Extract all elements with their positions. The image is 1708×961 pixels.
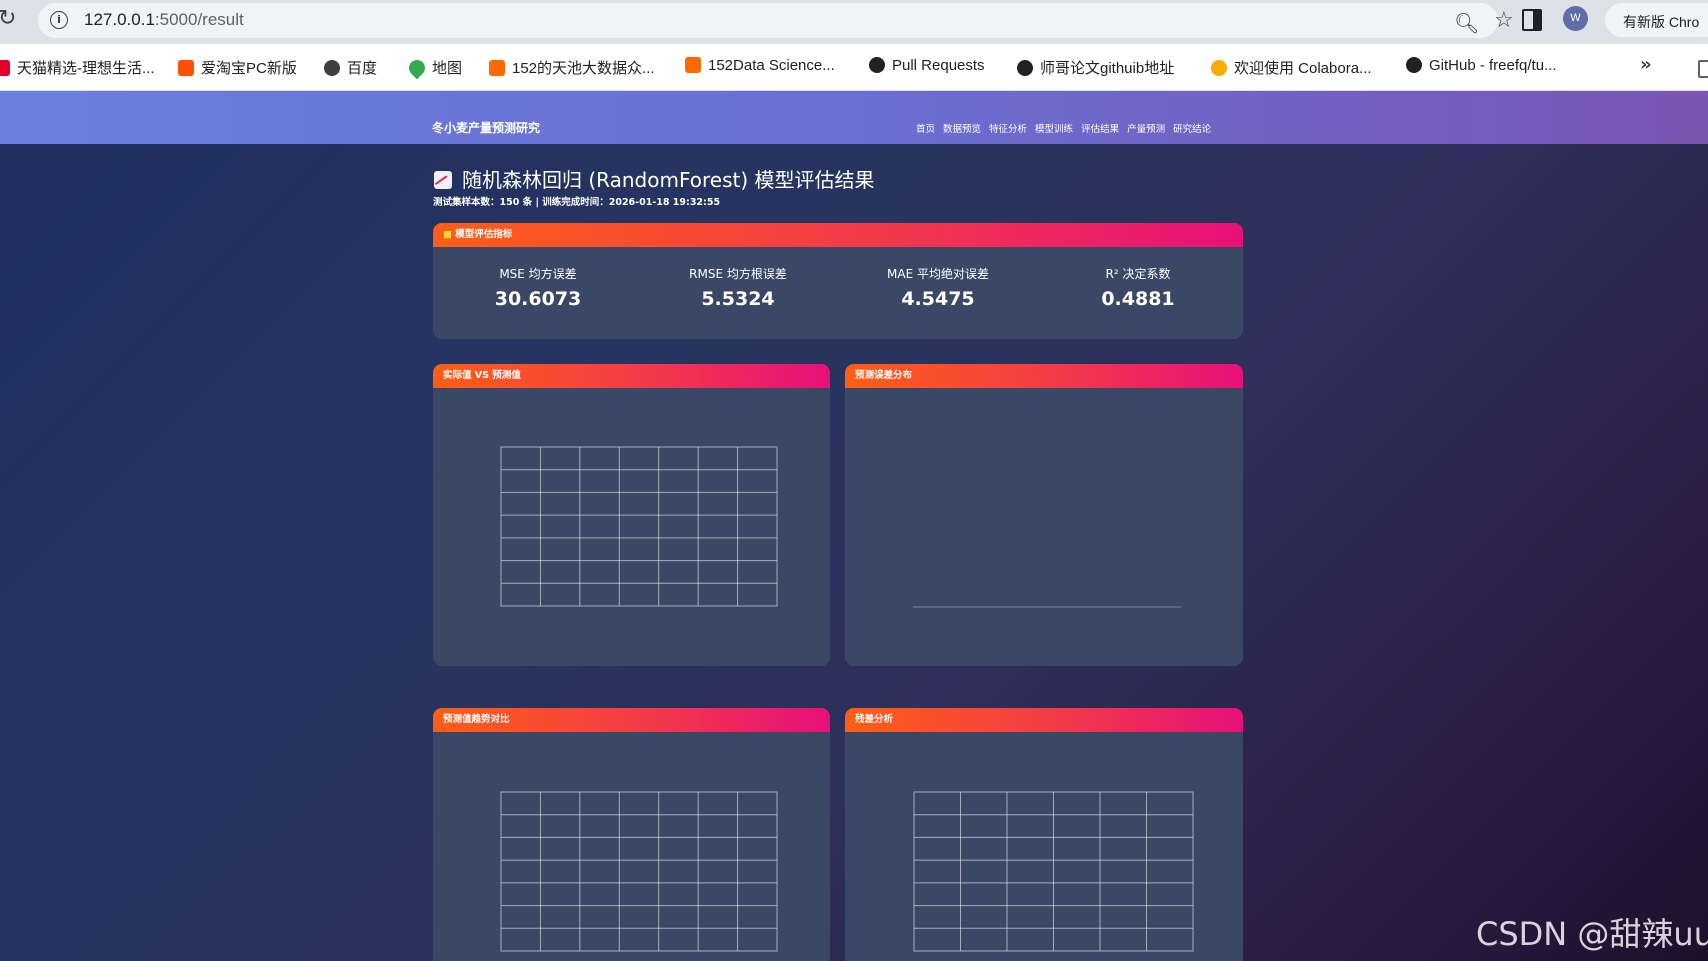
card-header: 实际值 VS 预测值 xyxy=(433,364,830,388)
page-subtitle: 测试集样本数：150 条 | 训练完成时间：2026-01-18 19:32:5… xyxy=(433,197,721,208)
update-chrome-label: 有新版 Chro xyxy=(1623,14,1700,30)
bookmark-label: 师哥论文githuib地址 xyxy=(1040,60,1175,77)
nav-links: 首页 数据预览 特征分析 模型训练 评估结果 产量预测 研究结论 xyxy=(916,121,1219,135)
card-header: 预测误差分布 xyxy=(845,364,1243,388)
metric-label: MAE 平均绝对误差 xyxy=(887,267,989,281)
colab-icon xyxy=(1211,60,1227,76)
metric-value: 5.5324 xyxy=(701,288,775,310)
nav-link[interactable]: 数据预览 xyxy=(943,124,981,135)
metric-mae: MAE 平均绝对误差 4.5475 xyxy=(838,265,1038,310)
update-chrome-button[interactable]: 有新版 Chro xyxy=(1605,3,1708,37)
bookmark-item[interactable]: GitHub - freefq/tu... xyxy=(1406,57,1557,74)
reload-icon[interactable]: ↻ xyxy=(0,6,16,31)
bookmarks-bar: 天猫精选-理想生活... 爱淘宝PC新版 百度 地图 152的天池大数据众...… xyxy=(0,44,1708,91)
card-header: 预测值趋势对比 xyxy=(433,708,830,732)
metrics-card-title: 模型评估指标 xyxy=(455,229,513,240)
actual-vs-pred-chart[interactable] xyxy=(433,388,830,666)
bookmark-item[interactable]: 爱淘宝PC新版 xyxy=(178,57,297,78)
github-icon xyxy=(1017,60,1033,76)
plot-frame xyxy=(500,791,778,952)
residual-card: 残差分析 xyxy=(845,708,1243,961)
maps-pin-icon xyxy=(405,56,429,80)
bookmark-label: Pull Requests xyxy=(892,57,985,74)
residual-chart[interactable] xyxy=(845,732,1243,961)
metrics-card: ■ 模型评估指标 MSE 均方误差 30.6073 RMSE 均方根误差 5.532… xyxy=(433,223,1243,339)
address-bar[interactable]: i 127.0.0.1:5000/result 🔍︎ ☆ xyxy=(38,3,1514,38)
github-icon xyxy=(869,57,885,73)
taobao-icon xyxy=(178,60,194,76)
bookmark-item[interactable]: 152Data Science... xyxy=(685,57,835,74)
side-panel-icon[interactable] xyxy=(1522,9,1542,31)
bookmark-item[interactable]: 百度 xyxy=(324,57,377,78)
nav-link[interactable]: 特征分析 xyxy=(989,124,1027,135)
nav-link[interactable]: 产量预测 xyxy=(1127,124,1165,135)
bookmark-item[interactable]: 欢迎使用 Colabora... xyxy=(1211,57,1372,78)
bookmark-item[interactable]: Pull Requests xyxy=(869,57,985,74)
nav-link[interactable]: 评估结果 xyxy=(1081,124,1119,135)
bookmark-label: GitHub - freefq/tu... xyxy=(1429,57,1557,74)
url-host: 127.0.0.1 xyxy=(84,10,155,29)
bookmark-item[interactable]: 152的天池大数据众... xyxy=(489,57,655,78)
result-page: 冬小麦产量预测研究 首页 数据预览 特征分析 模型训练 评估结果 产量预测 研究结论 随机森… xyxy=(0,91,1708,961)
bookmark-star-icon[interactable]: ☆ xyxy=(1494,8,1514,33)
error-dist-card: 预测误差分布 xyxy=(845,364,1243,666)
github-icon xyxy=(1406,57,1422,73)
csdn-watermark: CSDN @甜辣uu xyxy=(1476,915,1708,953)
metric-mse: MSE 均方误差 30.6073 xyxy=(438,265,638,310)
nav-link[interactable]: 模型训练 xyxy=(1035,124,1073,135)
tmall-icon xyxy=(0,60,10,76)
nav-link[interactable]: 研究结论 xyxy=(1173,124,1211,135)
metric-label: RMSE 均方根误差 xyxy=(689,267,787,281)
chart-increasing-icon xyxy=(434,171,452,189)
metric-r2: R² 决定系数 0.4881 xyxy=(1038,265,1238,310)
page-title: 随机森林回归 (RandomForest) 模型评估结果 xyxy=(434,164,875,193)
bookmark-label: 欢迎使用 Colabora... xyxy=(1234,60,1372,77)
error-dist-chart[interactable] xyxy=(845,388,1243,666)
bookmark-label: 152Data Science... xyxy=(708,57,835,74)
trophy-icon: ■ xyxy=(443,229,452,240)
more-bookmarks-icon[interactable]: » xyxy=(1640,54,1652,75)
site-navbar: 冬小麦产量预测研究 首页 数据预览 特征分析 模型训练 评估结果 产量预测 研究结论 xyxy=(0,91,1708,144)
tianchi-icon xyxy=(685,57,701,73)
bookmark-label: 地图 xyxy=(432,60,463,77)
tianchi-icon xyxy=(489,60,505,76)
globe-icon xyxy=(324,60,340,76)
metric-value: 0.4881 xyxy=(1101,288,1175,310)
site-info-icon[interactable]: i xyxy=(50,11,68,29)
plot-frame xyxy=(500,446,778,607)
metric-label: R² 决定系数 xyxy=(1105,267,1171,281)
trend-card: 预测值趋势对比 xyxy=(433,708,830,961)
bookmark-label: 百度 xyxy=(347,60,378,77)
all-bookmarks-icon[interactable] xyxy=(1698,60,1708,78)
metrics-row: MSE 均方误差 30.6073 RMSE 均方根误差 5.5324 MAE 平均绝… xyxy=(433,247,1243,339)
metric-value: 30.6073 xyxy=(494,288,582,310)
metric-rmse: RMSE 均方根误差 5.5324 xyxy=(638,265,838,310)
bookmark-item[interactable]: 师哥论文githuib地址 xyxy=(1017,57,1174,78)
nav-link[interactable]: 首页 xyxy=(916,124,935,135)
browser-toolbar: ↻ i 127.0.0.1:5000/result 🔍︎ ☆ W 有新版 Chr… xyxy=(0,0,1708,44)
page-title-text: 随机森林回归 (RandomForest) 模型评估结果 xyxy=(462,168,875,192)
trend-chart[interactable] xyxy=(433,732,830,961)
site-brand[interactable]: 冬小麦产量预测研究 xyxy=(432,119,540,136)
bookmark-item[interactable]: 地图 xyxy=(405,56,463,80)
bookmark-label: 爱淘宝PC新版 xyxy=(201,60,297,77)
metrics-card-header: ■ 模型评估指标 xyxy=(433,223,1243,247)
actual-vs-pred-card: 实际值 VS 预测值 xyxy=(433,364,830,666)
bookmark-label: 天猫精选-理想生活... xyxy=(17,60,155,77)
url-text[interactable]: 127.0.0.1:5000/result xyxy=(84,10,244,30)
bookmark-label: 152的天池大数据众... xyxy=(512,60,655,77)
metric-value: 4.5475 xyxy=(901,288,975,310)
metric-label: MSE 均方误差 xyxy=(499,267,577,281)
url-path: :5000/result xyxy=(154,10,244,29)
zoom-icon[interactable]: 🔍︎ xyxy=(1454,11,1479,35)
profile-avatar[interactable]: W xyxy=(1563,6,1588,31)
bookmark-item[interactable]: 天猫精选-理想生活... xyxy=(0,57,155,78)
card-header: 残差分析 xyxy=(845,708,1243,732)
